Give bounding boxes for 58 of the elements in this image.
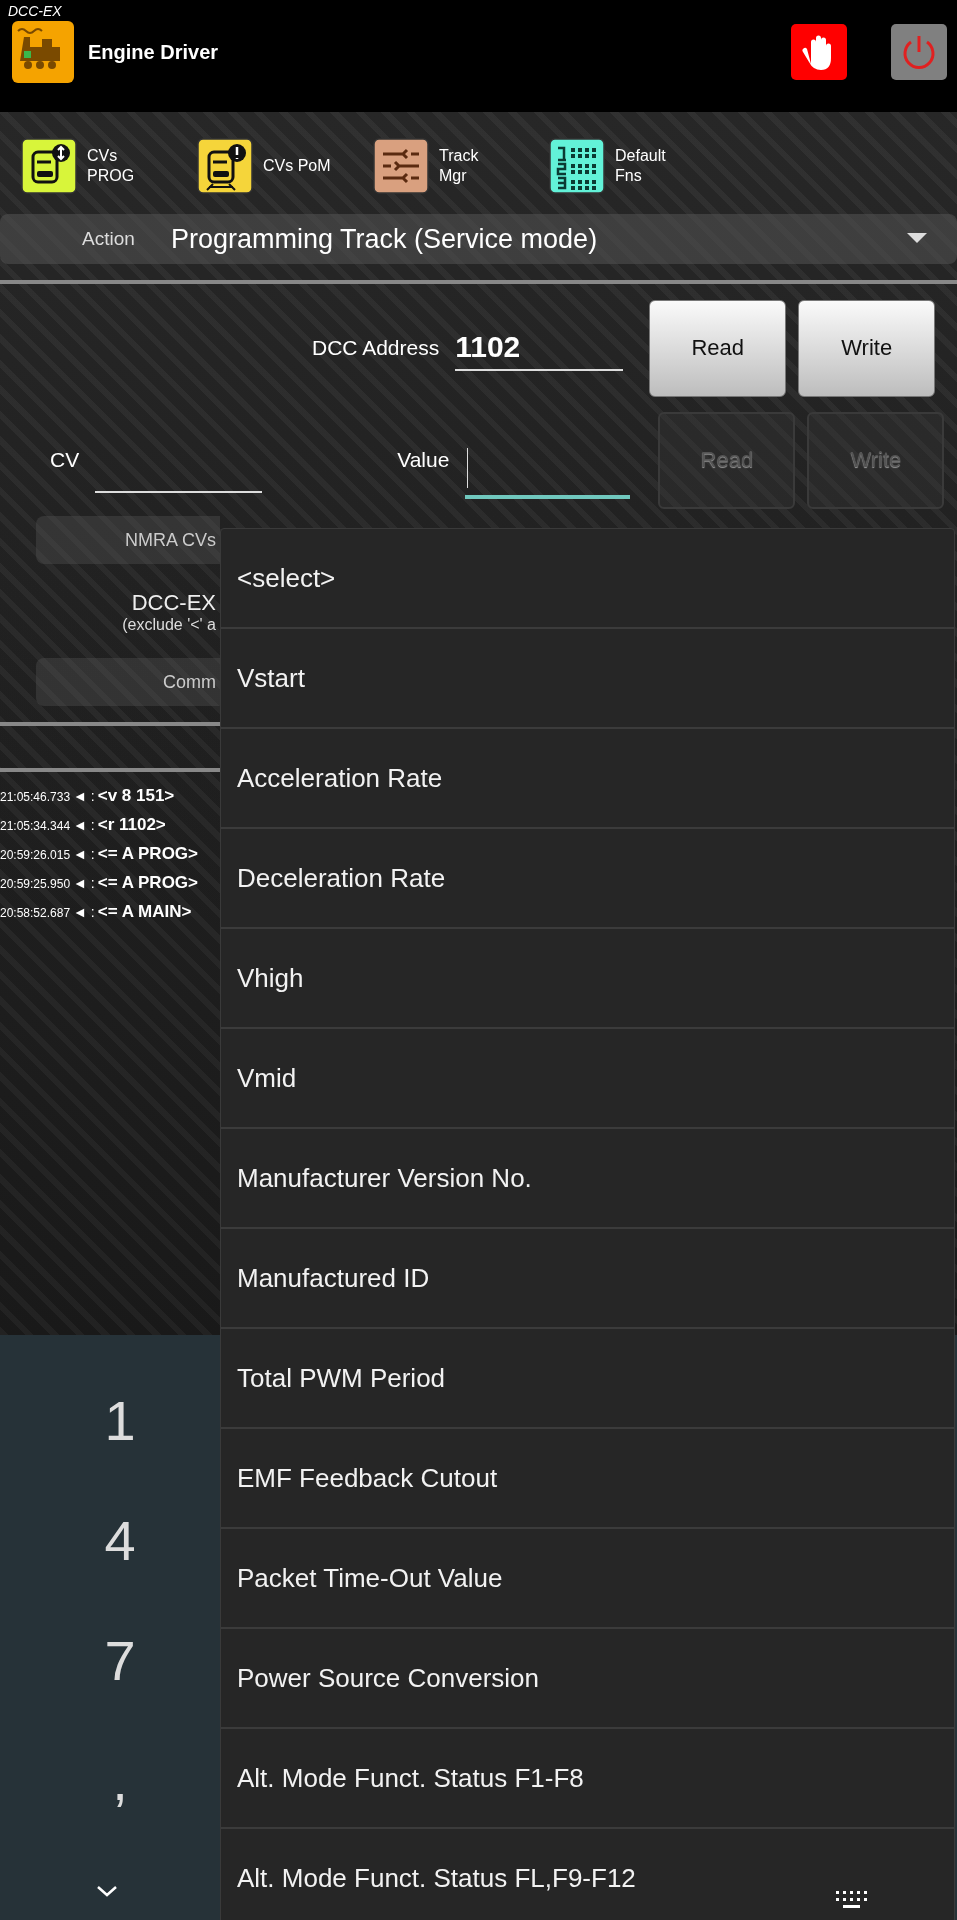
log-message: <= A PROG> [97,844,199,864]
dcc-ex-title: DCC-EX [131,590,216,616]
dropdown-item[interactable]: Deceleration Rate [221,829,954,929]
dropdown-item[interactable]: Manufactured ID [221,1229,954,1329]
write-button[interactable]: Write [798,299,936,397]
log-message: <= A PROG> [97,873,199,893]
log-message: <= A MAIN> [97,902,192,922]
train-icon[interactable] [197,138,253,194]
toolbar-label[interactable]: Default Fns [615,146,685,186]
dropdown-item[interactable]: Vhigh [221,929,954,1029]
cv-label: CV [50,448,80,472]
toolbar-label[interactable]: CVs PoM [263,156,333,176]
toolbar-label[interactable]: Track Mgr [439,146,509,186]
log-time: 20:59:26.015 [0,848,71,862]
dropdown-item[interactable]: Alt. Mode Funct. Status F1-F8 [221,1729,954,1829]
dropdown-item[interactable]: Power Source Conversion [221,1629,954,1729]
train-icon[interactable] [21,138,77,194]
app-title: Engine Driver [88,40,219,64]
dcc-address-label: DCC Address [312,336,440,360]
chevron-down-icon[interactable] [96,1885,118,1897]
status-bar-title: DCC-EX [7,2,63,21]
dropdown-item[interactable]: Manufacturer Version No. [221,1129,954,1229]
locomotive-logo-icon [12,21,74,83]
dcc-ex-hint: (exclude '<' a [122,616,216,634]
dropdown-item[interactable]: Vstart [221,629,954,729]
keyboard-key[interactable]: , [112,1740,128,1822]
dcc-address-field[interactable]: 1102 [455,325,624,371]
dropdown-item[interactable]: Acceleration Rate [221,729,954,829]
log-message: <v 8 151> [97,786,175,806]
read-button[interactable]: Read [649,299,787,397]
caret-icon [907,233,927,245]
log-time: 20:59:25.950 [0,877,71,891]
log-direction: ◄ : [73,788,95,804]
keyboard-key[interactable]: 4 [104,1500,136,1582]
log-direction: ◄ : [73,817,95,833]
dropdown-item[interactable]: Total PWM Period [221,1329,954,1429]
dropdown-item[interactable]: <select> [221,529,954,629]
dropdown-item[interactable]: Packet Time-Out Value [221,1529,954,1629]
log-time: 21:05:34.344 [0,819,71,833]
value-label: Value [397,448,450,472]
keyboard-icon[interactable] [836,1891,869,1909]
toolbar-label[interactable]: CVs PROG [87,146,157,186]
stop-hand-icon[interactable] [791,24,847,80]
number-grid-icon[interactable] [549,138,605,194]
log-time: 20:58:52.687 [0,906,71,920]
keyboard-key[interactable]: 1 [104,1380,136,1462]
log-direction: ◄ : [73,875,95,891]
action-dropdown[interactable]: Action Programming Track (Service mode) [0,214,957,264]
command-button[interactable]: Comm [36,658,220,706]
sliders-icon[interactable] [373,138,429,194]
nmra-cvs-button[interactable]: NMRA CVs [36,516,220,564]
log-message: <r 1102> [97,815,166,835]
dropdown-item[interactable]: EMF Feedback Cutout [221,1429,954,1529]
log-direction: ◄ : [73,846,95,862]
keyboard-key[interactable]: 7 [104,1620,136,1702]
dropdown-item[interactable]: Vmid [221,1029,954,1129]
log-time: 21:05:46.733 [0,790,71,804]
log-direction: ◄ : [73,904,95,920]
